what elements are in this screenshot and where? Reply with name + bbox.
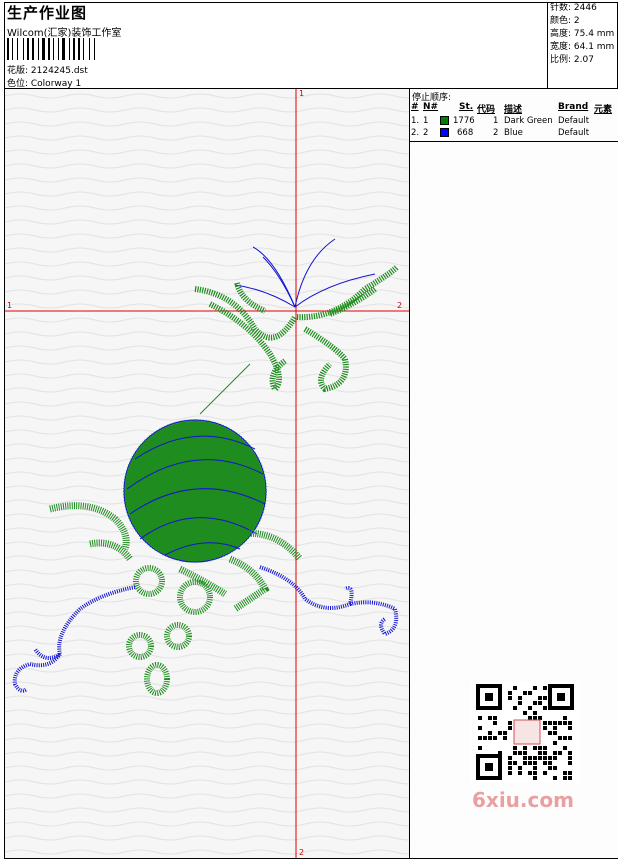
row-brand: Default bbox=[558, 128, 590, 138]
row-n: 1 bbox=[423, 116, 429, 126]
row-index: 2. bbox=[411, 128, 420, 138]
watermark-text: 6xiu.com bbox=[472, 788, 574, 812]
col-n: N# bbox=[423, 102, 439, 112]
header-info: 生产作业图 Wilcom(汇家)装饰工作室 花版: 2124245.dst 色位… bbox=[4, 2, 547, 89]
panel-divider-line bbox=[410, 141, 618, 142]
axis-label-top: 1 bbox=[299, 89, 305, 98]
col-st: St. bbox=[459, 102, 474, 112]
table-row[interactable]: 2. 2 668 2 Blue Default bbox=[410, 128, 618, 140]
melon-ball bbox=[123, 419, 267, 563]
row-n: 2 bbox=[423, 128, 429, 138]
row-code: 2 bbox=[493, 128, 499, 138]
page-title: 生产作业图 bbox=[7, 4, 88, 22]
table-row[interactable]: 1. 1 1776 1 Dark Green Default bbox=[410, 116, 618, 128]
embroidery-preview bbox=[5, 89, 409, 858]
row-brand: Default bbox=[558, 116, 590, 126]
stats-box: 针数: 2446 颜色: 2 高度: 75.4 mm 宽度: 64.1 mm 比… bbox=[547, 2, 619, 88]
row-code: 1 bbox=[493, 116, 499, 126]
row-stitches: 668 bbox=[457, 128, 474, 138]
stat-width: 宽度: 64.1 mm bbox=[550, 42, 615, 52]
design-canvas[interactable]: 1 2 1 2 bbox=[5, 89, 409, 858]
row-stitches: 1776 bbox=[453, 116, 475, 126]
row-desc: Blue bbox=[504, 128, 523, 138]
stat-colors: 颜色: 2 bbox=[550, 16, 580, 26]
qr-code bbox=[470, 682, 580, 782]
col-brand: Brand bbox=[558, 102, 589, 112]
axis-label-right: 2 bbox=[397, 301, 403, 310]
stat-ratio: 比例: 2.07 bbox=[550, 55, 594, 65]
col-elem: 元素 bbox=[594, 105, 613, 115]
col-hash: # bbox=[411, 102, 419, 112]
color-swatch bbox=[440, 128, 449, 137]
axis-label-bottom: 2 bbox=[299, 848, 305, 857]
col-code: 代码 bbox=[477, 105, 496, 115]
company-name: Wilcom(汇家)装饰工作室 bbox=[7, 28, 122, 39]
seal-stamp bbox=[513, 719, 541, 745]
axis-label-left: 1 bbox=[7, 301, 13, 310]
stat-stitches: 针数: 2446 bbox=[550, 3, 597, 13]
stat-height: 高度: 75.4 mm bbox=[550, 29, 615, 39]
row-desc: Dark Green bbox=[504, 116, 553, 126]
design-file: 花版: 2124245.dst bbox=[7, 66, 88, 76]
barcode bbox=[7, 38, 147, 60]
col-desc: 描述 bbox=[504, 105, 523, 115]
row-index: 1. bbox=[411, 116, 420, 126]
color-swatch bbox=[440, 116, 449, 125]
